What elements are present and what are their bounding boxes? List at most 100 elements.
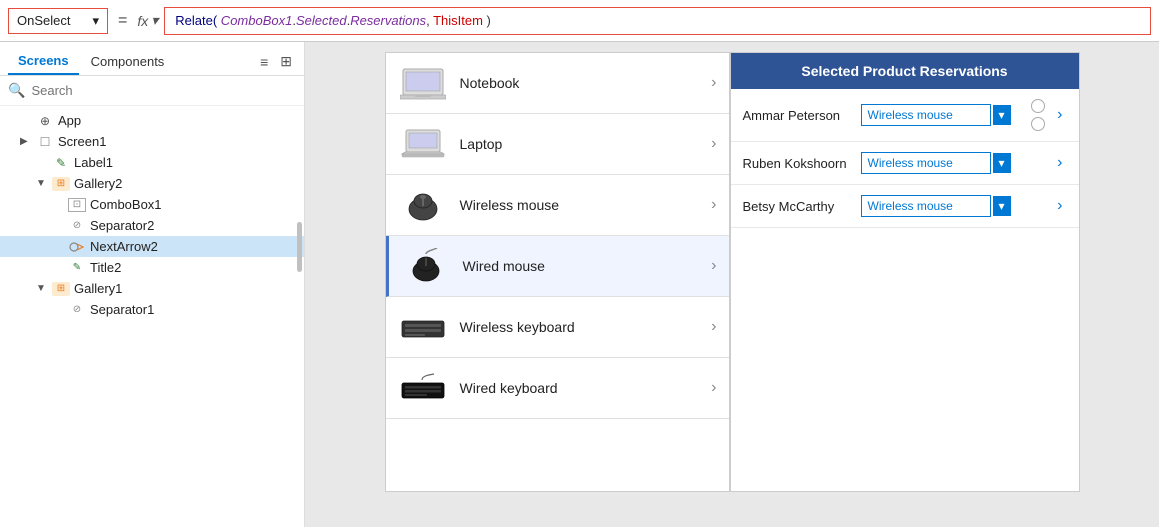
gallery-item-wired-mouse[interactable]: Wired mouse › <box>386 236 729 297</box>
gallery1-arrow: ▼ <box>36 283 48 294</box>
tree-item-gallery2[interactable]: ▼ ⊞ Gallery2 <box>0 173 304 194</box>
search-box: 🔍 <box>0 76 304 106</box>
separator1-icon: ⊘ <box>68 303 86 317</box>
fx-label: fx <box>137 13 148 29</box>
label1-label: Label1 <box>74 155 113 170</box>
formula-prop1: Selected <box>296 13 347 28</box>
combo-value-1: Wireless mouse <box>868 108 984 122</box>
combo-value-2: Wireless mouse <box>868 156 984 170</box>
panel-tabs: Screens Components ≡ ⊞ <box>0 42 304 76</box>
combo-dropdown-btn-1[interactable]: ▾ <box>993 105 1011 125</box>
combobox1-label: ComboBox1 <box>90 197 162 212</box>
nav-arrow-3[interactable]: › <box>1053 197 1066 215</box>
separator-icon: ⊘ <box>68 219 86 233</box>
grid-view-icon[interactable]: ⊞ <box>276 51 296 72</box>
gallery1-label: Gallery1 <box>74 281 122 296</box>
gallery-item-wired-keyboard[interactable]: Wired keyboard › <box>386 358 729 419</box>
property-name: OnSelect <box>17 13 70 28</box>
combo-select-3[interactable]: Wireless mouse <box>861 195 991 217</box>
wired-keyboard-arrow: › <box>711 379 716 397</box>
nav-arrow-2[interactable]: › <box>1053 154 1066 172</box>
tree-item-app[interactable]: ⊕ App <box>0 110 304 131</box>
formula-close: ) <box>483 13 491 28</box>
notebook-label: Notebook <box>460 75 700 91</box>
reservation-row-1: Ammar Peterson Wireless mouse ▾ › <box>731 89 1079 142</box>
reservation-name-1: Ammar Peterson <box>743 108 853 123</box>
separator2-label: Separator2 <box>90 218 154 233</box>
tree-item-label1[interactable]: ✎ Label1 <box>0 152 304 173</box>
wireless-mouse-arrow: › <box>711 196 716 214</box>
formula-fn: Relate( <box>175 13 217 28</box>
combo-icon: ⊡ <box>68 198 86 212</box>
list-view-icon[interactable]: ≡ <box>256 51 272 72</box>
property-selector[interactable]: OnSelect ▾ <box>8 8 108 34</box>
tree-item-screen1[interactable]: ▶ ☐ Screen1 <box>0 131 304 152</box>
screen1-arrow: ▶ <box>20 136 32 147</box>
gallery-item-laptop[interactable]: Laptop › <box>386 114 729 175</box>
reservation-name-2: Ruben Kokshoorn <box>743 156 853 171</box>
gallery-item-wireless-mouse[interactable]: Wireless mouse › <box>386 175 729 236</box>
fx-button[interactable]: fx ▾ <box>137 12 158 29</box>
gallery-icon: ⊞ <box>52 177 70 191</box>
reservation-row-2: Ruben Kokshoorn Wireless mouse ▾ › <box>731 142 1079 185</box>
label-icon: ✎ <box>52 156 70 170</box>
wireless-mouse-image <box>398 185 448 225</box>
tree-item-nextarrow2[interactable]: NextArrow2 <box>0 236 304 257</box>
search-input[interactable] <box>31 83 296 98</box>
notebook-image <box>398 63 448 103</box>
formula-input[interactable]: Relate( ComboBox1.Selected.Reservations,… <box>164 7 1151 35</box>
tree-item-title2[interactable]: ✎ Title2 <box>0 257 304 278</box>
laptop-image <box>398 124 448 164</box>
reservation-name-3: Betsy McCarthy <box>743 199 853 214</box>
title-icon: ✎ <box>68 261 86 275</box>
combo-dropdown-btn-3[interactable]: ▾ <box>993 196 1011 216</box>
property-chevron: ▾ <box>92 13 99 29</box>
fx-chevron: ▾ <box>151 12 158 29</box>
tab-screens[interactable]: Screens <box>8 48 79 75</box>
nextarrow2-label: NextArrow2 <box>90 239 158 254</box>
laptop-arrow: › <box>711 135 716 153</box>
reservation-combo-1: Wireless mouse ▾ <box>861 104 1020 126</box>
formula-space1: ComboBox1 <box>217 13 292 28</box>
wired-mouse-label: Wired mouse <box>463 258 700 274</box>
wireless-keyboard-image <box>398 307 448 347</box>
gallery-item-notebook[interactable]: Notebook › <box>386 53 729 114</box>
formula-bar: OnSelect ▾ = fx ▾ Relate( ComboBox1.Sele… <box>0 0 1159 42</box>
reservation-combo-3: Wireless mouse ▾ <box>861 195 1046 217</box>
combo-dropdown-btn-2[interactable]: ▾ <box>993 153 1011 173</box>
tab-components[interactable]: Components <box>81 49 175 74</box>
wired-mouse-image <box>401 246 451 286</box>
combo-select-2[interactable]: Wireless mouse <box>861 152 991 174</box>
app-icon: ⊕ <box>36 114 54 128</box>
app-label: App <box>58 113 81 128</box>
formula-keyword: ThisItem <box>433 13 483 28</box>
wired-keyboard-image <box>398 368 448 408</box>
wireless-keyboard-arrow: › <box>711 318 716 336</box>
tree-item-gallery1[interactable]: ▼ ⊞ Gallery1 <box>0 278 304 299</box>
tree-area: ⊕ App ▶ ☐ Screen1 ✎ Label1 ▼ ⊞ Gallery2 <box>0 106 304 527</box>
main-area: Screens Components ≡ ⊞ 🔍 ⊕ App ▶ ☐ Scree… <box>0 42 1159 527</box>
reservations-panel: Selected Product Reservations Ammar Pete… <box>730 52 1080 492</box>
formula-prop2: Reservations <box>350 13 426 28</box>
gallery1-icon: ⊞ <box>52 282 70 296</box>
equals-sign: = <box>114 12 131 30</box>
reservations-header: Selected Product Reservations <box>731 53 1079 89</box>
canvas-area: Notebook › Laptop › <box>305 42 1159 527</box>
tree-item-combobox1[interactable]: ⊡ ComboBox1 <box>0 194 304 215</box>
nav-arrow-1[interactable]: › <box>1053 106 1066 124</box>
search-icon: 🔍 <box>8 82 25 99</box>
notebook-arrow: › <box>711 74 716 92</box>
gallery-item-wireless-keyboard[interactable]: Wireless keyboard › <box>386 297 729 358</box>
gallery2-arrow: ▼ <box>36 178 48 189</box>
laptop-label: Laptop <box>460 136 700 152</box>
wireless-mouse-label: Wireless mouse <box>460 197 700 213</box>
screen-icon: ☐ <box>36 135 54 149</box>
tree-item-separator2[interactable]: ⊘ Separator2 <box>0 215 304 236</box>
combo-select-1[interactable]: Wireless mouse <box>861 104 991 126</box>
wired-mouse-arrow: › <box>711 257 716 275</box>
tree-item-separator1[interactable]: ⊘ Separator1 <box>0 299 304 320</box>
reservation-combo-2: Wireless mouse ▾ <box>861 152 1046 174</box>
canvas-inner: Notebook › Laptop › <box>385 52 1080 492</box>
combo-value-3: Wireless mouse <box>868 199 984 213</box>
wired-keyboard-label: Wired keyboard <box>460 380 700 396</box>
